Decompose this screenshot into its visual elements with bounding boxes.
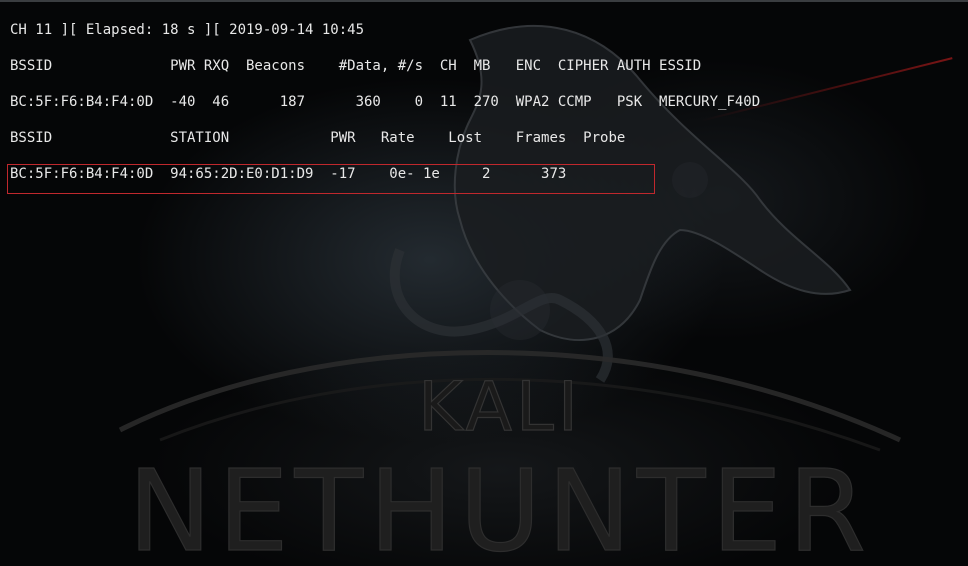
status-line: CH 11 ][ Elapsed: 18 s ][ 2019-09-14 10:… (10, 22, 365, 38)
wallpaper-brand-bottom: NETHUNTER (128, 447, 872, 566)
smoke-glow-icon (672, 162, 708, 198)
station-table-header: BSSID STATION PWR Rate Lost Frames Probe (10, 130, 626, 146)
ap-table-row: BC:5F:F6:B4:F4:0D -40 46 187 360 0 11 27… (10, 94, 761, 110)
wallpaper-brand-top: KALI (418, 368, 582, 447)
kali-nethunter-wallpaper: KALI NETHUNTER (118, 24, 902, 566)
smoke-glow-icon (490, 280, 550, 340)
station-row-highlight (7, 164, 655, 194)
terminal-window[interactable]: KALI NETHUNTER CH 11 ][ Elapsed: 18 s ][… (0, 0, 968, 566)
arc-swoosh-icon (118, 350, 902, 443)
arc-swoosh-lower-icon (159, 377, 881, 452)
airodump-output: CH 11 ][ Elapsed: 18 s ][ 2019-09-14 10:… (10, 20, 760, 182)
red-laser-streak (699, 57, 953, 122)
ap-table-header: BSSID PWR RXQ Beacons #Data, #/s CH MB E… (10, 58, 702, 74)
dragon-tail-icon (389, 248, 613, 383)
window-top-border (0, 0, 968, 2)
